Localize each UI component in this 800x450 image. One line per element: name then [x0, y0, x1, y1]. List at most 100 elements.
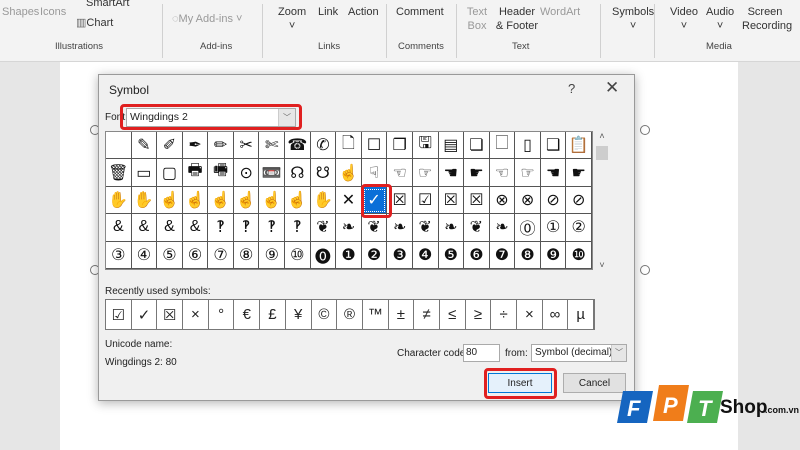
symbol-cell[interactable]: ⊗: [489, 186, 516, 215]
symbol-cell[interactable]: ①: [540, 214, 567, 242]
symbol-cell[interactable]: ⊘: [540, 186, 567, 215]
symbol-cell[interactable]: ☞: [515, 159, 541, 187]
symbol-cell[interactable]: ⑥: [182, 241, 209, 269]
symbol-cell[interactable]: ☛: [464, 159, 490, 187]
symbol-cell[interactable]: 🗋: [336, 132, 362, 160]
symbol-cell[interactable]: ❦: [464, 214, 490, 242]
symbol-cell[interactable]: ❧: [438, 214, 465, 242]
symbol-cell[interactable]: ⑨: [259, 241, 286, 269]
symbol-cell[interactable]: ☑: [412, 186, 439, 215]
smartart-button[interactable]: SmartArt: [86, 0, 129, 10]
symbol-cell[interactable]: ❦: [361, 214, 388, 242]
from-select[interactable]: Symbol (decimal) ﹀: [531, 344, 627, 362]
close-icon[interactable]: ✕: [605, 78, 619, 98]
symbol-cell[interactable]: ▯: [515, 132, 541, 160]
symbol-cell[interactable]: ❐: [387, 132, 413, 160]
symbol-cell[interactable]: ❽: [515, 241, 541, 269]
symbol-cell[interactable]: ⓿: [310, 241, 337, 269]
symbol-cell[interactable]: 📋: [566, 132, 592, 160]
symbol-cell[interactable]: ☝: [182, 186, 209, 215]
symbol-cell[interactable]: ☝: [285, 186, 311, 215]
header-footer-button[interactable]: Header & Footer: [494, 5, 540, 33]
chevron-down-icon[interactable]: ﹀: [611, 345, 626, 361]
symbol-cell[interactable]: ▢: [157, 159, 183, 187]
symbol-cell[interactable]: ‽: [285, 214, 311, 242]
symbol-cell[interactable]: &: [182, 214, 209, 242]
symbol-cell[interactable]: &: [131, 214, 158, 242]
recent-symbol[interactable]: ∞: [543, 300, 569, 329]
symbol-cell[interactable]: ⑧: [233, 241, 260, 269]
symbol-cell[interactable]: ❿: [566, 241, 592, 269]
symbol-cell[interactable]: ❾: [540, 241, 567, 269]
text-box-button[interactable]: Text Box: [466, 5, 488, 33]
recent-symbol[interactable]: £: [260, 300, 286, 329]
symbol-cell[interactable]: ✒: [182, 132, 209, 160]
symbol-cell[interactable]: ☟: [361, 159, 388, 187]
symbol-cell[interactable]: ⓪: [515, 214, 541, 242]
symbol-cell[interactable]: ✋: [131, 186, 158, 215]
symbol-cell[interactable]: ☚: [540, 159, 567, 187]
symbol-cell[interactable]: ☛: [566, 159, 592, 187]
icons-button[interactable]: Icons: [40, 5, 66, 19]
recent-symbol[interactable]: ☑: [106, 300, 132, 329]
recent-symbol[interactable]: €: [234, 300, 261, 329]
recent-symbol[interactable]: ×: [183, 300, 209, 329]
audio-button[interactable]: Audio ˅: [706, 5, 734, 33]
recent-symbol[interactable]: ≤: [440, 300, 466, 329]
symbol-cell[interactable]: ☞: [412, 159, 439, 187]
symbol-cell[interactable]: ✎: [131, 132, 158, 160]
symbol-cell[interactable]: ✋: [310, 186, 337, 215]
video-button[interactable]: Video ˅: [670, 5, 698, 33]
symbol-cell[interactable]: ✏: [208, 132, 234, 160]
symbol-cell[interactable]: ❻: [464, 241, 490, 269]
symbol-cell[interactable]: ✄: [259, 132, 286, 160]
recent-symbol[interactable]: ±: [389, 300, 415, 329]
symbol-cell[interactable]: 🖷: [208, 159, 234, 187]
symbol-cell[interactable]: ❑: [540, 132, 567, 160]
symbol-cell[interactable]: ⑤: [157, 241, 183, 269]
symbol-cell[interactable]: &: [106, 214, 132, 242]
symbol-cell[interactable]: ☝: [233, 186, 260, 215]
char-code-input[interactable]: 80: [463, 344, 500, 362]
symbol-cell[interactable]: ❦: [310, 214, 337, 242]
symbol-cell[interactable]: ☜: [489, 159, 516, 187]
grid-scrollbar[interactable]: ˄ ˅: [594, 131, 610, 270]
wordart-button[interactable]: WordArt: [540, 5, 580, 19]
recent-symbol[interactable]: ≥: [466, 300, 492, 329]
symbol-cell[interactable]: ▭: [131, 159, 158, 187]
screen-recording-button[interactable]: Screen Recording: [742, 5, 792, 33]
symbol-cell[interactable]: ☋: [310, 159, 337, 187]
my-addins-button[interactable]: ◌My Add-ins ˅: [172, 12, 242, 26]
symbol-cell[interactable]: ❷: [361, 241, 388, 269]
symbols-button[interactable]: Symbols ˅: [612, 5, 654, 33]
recent-symbol[interactable]: ¥: [286, 300, 312, 329]
recent-symbol[interactable]: °: [209, 300, 235, 329]
scroll-up-icon[interactable]: ˄: [594, 131, 610, 141]
symbol-cell[interactable]: ❺: [438, 241, 465, 269]
recent-symbol[interactable]: ®: [337, 300, 363, 329]
symbol-cell[interactable]: ☜: [387, 159, 413, 187]
symbol-cell[interactable]: ❧: [336, 214, 362, 242]
symbol-cell[interactable]: ‽: [259, 214, 286, 242]
symbol-cell[interactable]: 📼: [259, 159, 286, 187]
symbol-cell[interactable]: ☒: [464, 186, 490, 215]
scroll-down-icon[interactable]: ˅: [594, 260, 610, 270]
symbol-cell[interactable]: ⊗: [515, 186, 541, 215]
recent-symbol[interactable]: ≠: [414, 300, 440, 329]
symbol-cell[interactable]: ❧: [387, 214, 413, 242]
symbol-cell[interactable]: 🖫: [412, 132, 439, 160]
recent-symbol[interactable]: ✓: [132, 300, 158, 329]
symbol-cell[interactable]: ❧: [489, 214, 516, 242]
help-button[interactable]: ?: [568, 81, 575, 96]
symbol-cell[interactable]: ❼: [489, 241, 516, 269]
recent-symbol[interactable]: ™: [363, 300, 389, 329]
symbol-cell[interactable]: 🖶: [182, 159, 209, 187]
symbol-cell[interactable]: ❸: [387, 241, 413, 269]
symbol-cell[interactable]: &: [157, 214, 183, 242]
recent-symbol[interactable]: ÷: [491, 300, 517, 329]
symbol-cell[interactable]: ☒: [438, 186, 465, 215]
symbol-cell[interactable]: 🗑: [106, 159, 132, 187]
symbol-cell[interactable]: ☝: [157, 186, 183, 215]
symbol-cell[interactable]: ❦: [412, 214, 439, 242]
symbol-cell[interactable]: ✂: [233, 132, 260, 160]
